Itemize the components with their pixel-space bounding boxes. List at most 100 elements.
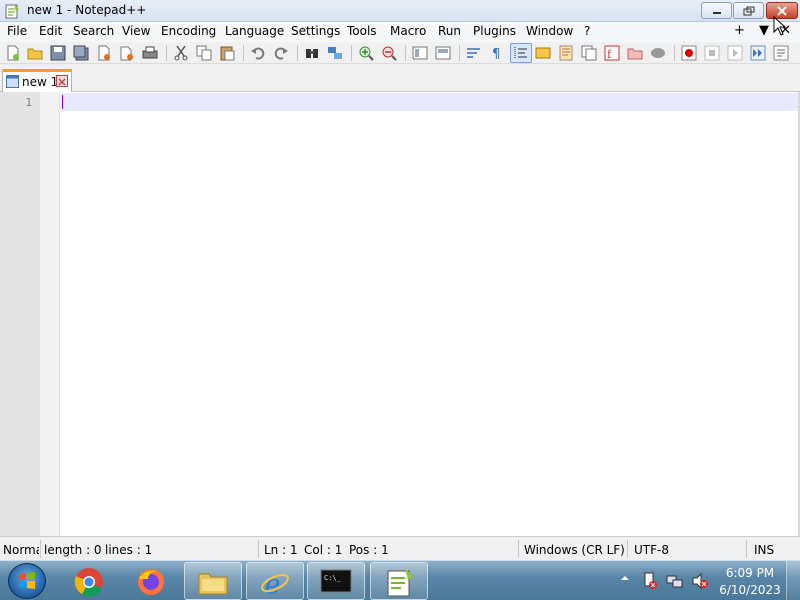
mouse-cursor-icon [773, 16, 787, 36]
menu-plugins[interactable]: Plugins [473, 24, 516, 38]
status-lines: lines : 1 [105, 543, 153, 557]
start-button[interactable] [8, 563, 46, 599]
toolbar: ¶ f [0, 42, 800, 64]
folder-workspace-icon[interactable] [627, 45, 643, 61]
new-file-icon[interactable] [5, 45, 21, 61]
replace-icon[interactable] [327, 45, 343, 61]
print-icon[interactable] [142, 45, 158, 61]
sync-vertical-icon[interactable] [412, 45, 428, 61]
save-macro-icon[interactable] [773, 45, 789, 61]
svg-text:e: e [265, 570, 280, 598]
menu-settings[interactable]: Settings [291, 24, 340, 38]
zoom-in-icon[interactable] [358, 45, 374, 61]
toolbar-separator [351, 45, 352, 61]
chrome-icon [74, 568, 103, 597]
cut-icon[interactable] [173, 45, 189, 61]
menu-help[interactable]: ? [584, 24, 590, 38]
svg-text:¶: ¶ [492, 47, 500, 61]
svg-text:C:\_: C:\_ [324, 574, 342, 582]
paste-icon[interactable] [219, 45, 235, 61]
add-tab-button[interactable]: + [734, 23, 745, 38]
status-bar: Normal text file length : 0 lines : 1 Ln… [0, 536, 800, 560]
taskbar-internet-explorer[interactable]: e [246, 562, 304, 600]
taskbar-notepadpp[interactable] [370, 562, 428, 600]
maximize-button[interactable] [733, 2, 764, 19]
indent-guide-icon[interactable] [513, 45, 529, 61]
action-center-icon[interactable] [642, 572, 658, 590]
udl-icon[interactable] [535, 45, 551, 61]
minimize-button[interactable] [701, 2, 732, 19]
show-hidden-icons-icon[interactable] [620, 573, 630, 583]
redo-icon[interactable] [273, 45, 289, 61]
close-all-icon[interactable] [119, 45, 135, 61]
record-macro-icon[interactable] [681, 45, 697, 61]
menu-file[interactable]: File [7, 24, 27, 38]
minimize-icon [712, 12, 721, 14]
close-file-icon[interactable] [96, 45, 112, 61]
volume-icon[interactable] [691, 572, 709, 590]
undo-icon[interactable] [250, 45, 266, 61]
clock-time[interactable]: 6:09 PM [712, 566, 788, 580]
word-wrap-icon[interactable] [466, 45, 482, 61]
status-divider [518, 540, 519, 558]
menu-tools[interactable]: Tools [347, 24, 377, 38]
zoom-out-icon[interactable] [381, 45, 397, 61]
status-eol-format[interactable]: Windows (CR LF) [524, 543, 625, 557]
show-desktop-button[interactable] [786, 561, 800, 600]
taskbar-file-explorer[interactable] [184, 562, 242, 600]
save-all-icon[interactable] [73, 45, 89, 61]
status-divider [258, 540, 259, 558]
open-file-icon[interactable] [27, 45, 43, 61]
close-icon [777, 6, 787, 16]
menu-bar: File Edit Search View Encoding Language … [0, 22, 800, 42]
notepadpp-icon [387, 568, 414, 597]
status-position: Pos : 1 [349, 543, 389, 557]
taskbar-chrome[interactable] [60, 562, 118, 600]
restore-icon [743, 6, 754, 16]
tab-bar: new 1 [0, 64, 800, 92]
cmd-icon: C:\_ [320, 569, 352, 593]
status-encoding[interactable]: UTF-8 [634, 543, 669, 557]
status-insert-mode: INS [754, 543, 775, 557]
find-icon[interactable] [304, 45, 320, 61]
run-macro-multiple-icon[interactable] [750, 45, 766, 61]
play-macro-icon[interactable] [727, 45, 743, 61]
tab-list-dropdown[interactable]: ▼ [759, 23, 769, 38]
stop-macro-icon[interactable] [704, 45, 720, 61]
status-file-type: Normal text file [3, 543, 39, 557]
title-bar: new 1 - Notepad++ [0, 0, 800, 22]
tab-close-button[interactable] [56, 75, 68, 87]
menu-edit[interactable]: Edit [39, 24, 62, 38]
clock-date[interactable]: 6/10/2023 [712, 583, 788, 597]
taskbar-cmd[interactable]: C:\_ [307, 562, 365, 600]
sync-horizontal-icon[interactable] [435, 45, 451, 61]
editor-area[interactable]: 1 [0, 92, 800, 536]
menu-run[interactable]: Run [438, 24, 461, 38]
toolbar-separator [405, 45, 406, 61]
file-explorer-icon [198, 573, 228, 595]
taskbar-firefox[interactable] [122, 562, 180, 600]
menu-language[interactable]: Language [225, 24, 284, 38]
tab-new-1[interactable]: new 1 [2, 69, 72, 92]
line-number-margin: 1 [0, 92, 40, 536]
show-all-chars-icon[interactable]: ¶ [489, 45, 505, 61]
internet-explorer-icon: e [261, 570, 289, 598]
menu-view[interactable]: View [122, 24, 150, 38]
menu-window[interactable]: Window [526, 24, 573, 38]
network-icon[interactable] [666, 572, 684, 590]
copy-icon[interactable] [196, 45, 212, 61]
save-icon[interactable] [50, 45, 66, 61]
status-divider [746, 540, 747, 558]
doc-map-icon[interactable] [558, 45, 574, 61]
status-length: length : 0 [44, 543, 102, 557]
monitoring-icon[interactable] [650, 45, 666, 61]
fold-margin[interactable] [40, 92, 60, 536]
menu-encoding[interactable]: Encoding [161, 24, 216, 38]
windows-logo-icon [19, 572, 35, 589]
function-list-icon[interactable]: f [604, 45, 620, 61]
doc-list-icon[interactable] [581, 45, 597, 61]
status-line: Ln : 1 [264, 543, 298, 557]
menu-macro[interactable]: Macro [390, 24, 426, 38]
document-icon [6, 75, 19, 88]
menu-search[interactable]: Search [73, 24, 114, 38]
